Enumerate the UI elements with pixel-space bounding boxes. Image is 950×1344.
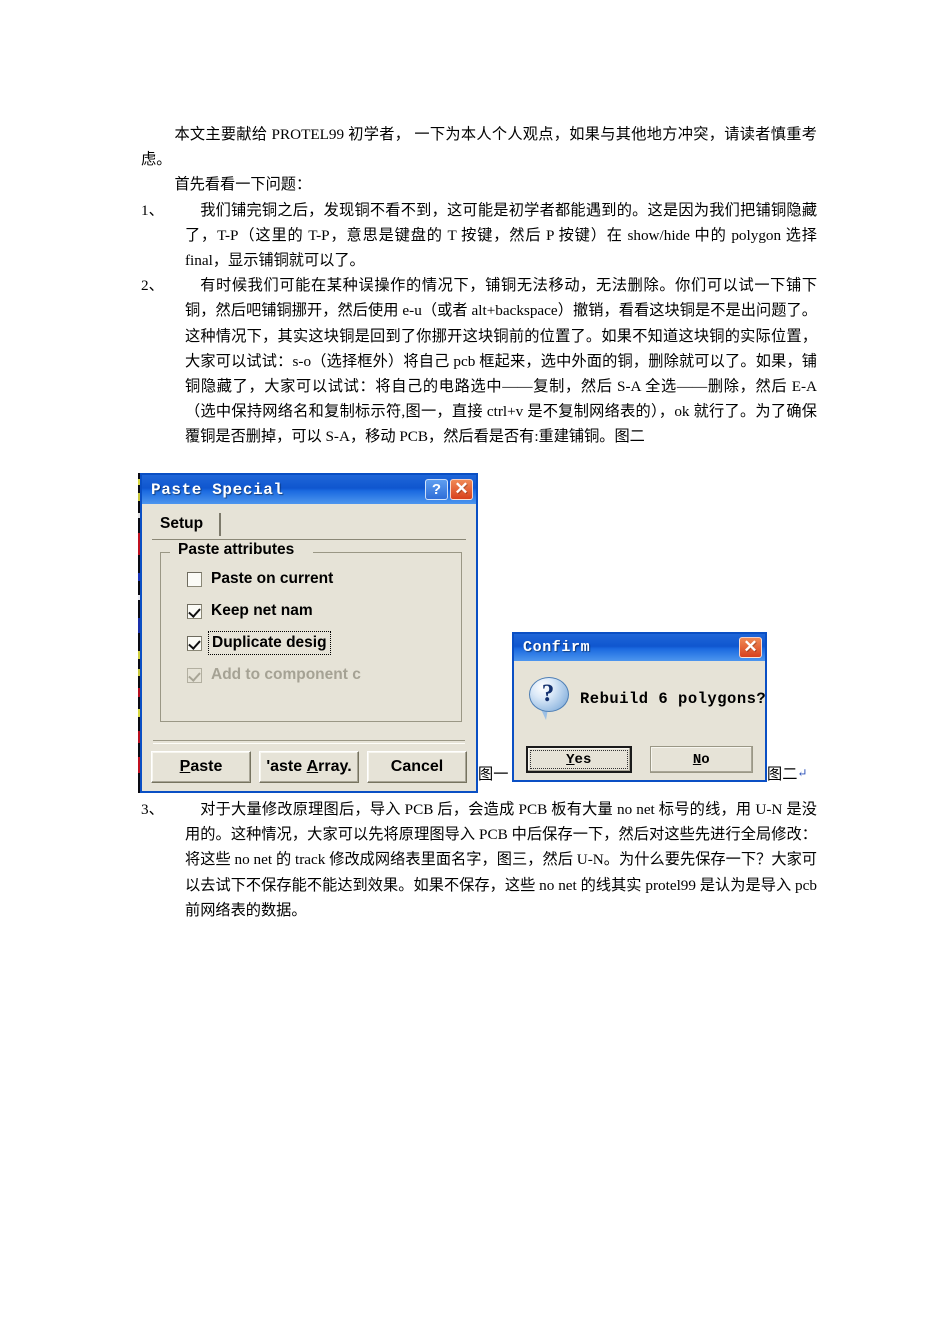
- confirm-title: Confirm: [523, 639, 591, 656]
- checkbox-paste-on-current[interactable]: [187, 571, 202, 587]
- question-glyph: ?: [541, 679, 555, 707]
- confirm-button-row: Yes No: [526, 746, 753, 773]
- item-text-2: 有时候我们可能在某种误操作的情况下，铺铜无法移动，无法删除。你们可以试一下铺下铜…: [185, 277, 817, 446]
- label-duplicate-designator: Duplicate desig: [208, 631, 331, 655]
- confirm-dialog: Confirm ✕ ? Rebuild 6 polygons? Yes N o: [512, 632, 767, 782]
- checkbox-row-duplicate-designator[interactable]: Duplicate desig: [187, 631, 453, 655]
- paste-special-button-row: Paste 'aste Array. Cancel: [151, 740, 467, 783]
- no-button[interactable]: No: [649, 746, 753, 773]
- paste-array-button[interactable]: 'aste Array.: [259, 751, 359, 783]
- confirm-message-row: ? Rebuild 6 polygons?: [514, 661, 767, 723]
- figure-caption-2: 图二↵: [767, 762, 807, 784]
- paste-special-dialog: Paste Special ? ✕ Setup Paste attributes…: [140, 473, 478, 793]
- item-number-1: 1、: [141, 201, 164, 219]
- checkbox-row-keep-net-name[interactable]: Keep net nam: [187, 600, 453, 622]
- paste-attributes-label: Paste attributes: [173, 541, 300, 559]
- help-icon[interactable]: ?: [425, 479, 448, 500]
- cancel-button[interactable]: Cancel: [367, 751, 467, 783]
- checkbox-duplicate-designator[interactable]: [187, 635, 202, 651]
- numbered-item-1: 1、 我们铺完铜之后，发现铜不看不到，这可能是初学者都能遇到的。这是因为我们把铺…: [141, 198, 817, 274]
- checkbox-row-paste-on-current[interactable]: Paste on current: [187, 568, 453, 590]
- question-mark-icon: ?: [528, 677, 570, 721]
- confirm-message: Rebuild 6 polygons?: [580, 690, 767, 708]
- paste-button[interactable]: Paste: [151, 751, 251, 783]
- document-text-body: 本文主要献给 PROTEL99 初学者， 一下为本人个人观点，如果与其他地方冲突…: [141, 122, 817, 450]
- confirm-body: ? Rebuild 6 polygons? Yes No: [514, 661, 767, 780]
- label-paste-on-current: Paste on current: [211, 570, 334, 587]
- numbered-item-2: 2、 有时候我们可能在某种误操作的情况下，铺铜无法移动，无法删除。你们可以试一下…: [141, 273, 817, 449]
- close-glyph: ✕: [454, 479, 469, 498]
- paste-special-titlebar[interactable]: Paste Special ? ✕: [142, 475, 476, 504]
- paste-special-body: Setup Paste attributes Paste on current …: [142, 504, 476, 791]
- checkbox-add-to-component-class: [187, 667, 202, 683]
- checkbox-keep-net-name[interactable]: [187, 603, 202, 619]
- item-number-3: 3、: [141, 801, 164, 818]
- no-button-rest: o: [701, 751, 710, 768]
- tab-strip: Setup: [152, 513, 466, 540]
- yes-button-rest: es: [574, 751, 592, 768]
- figure-caption-2-text: 图二: [767, 766, 798, 783]
- paste-array-rest: rray.: [318, 758, 352, 775]
- close-icon[interactable]: ✕: [450, 479, 473, 500]
- figure-caption-1: 图一: [478, 766, 509, 783]
- paste-button-rest: aste: [190, 758, 223, 775]
- confirm-close-icon[interactable]: ✕: [739, 637, 762, 658]
- tab-setup[interactable]: Setup: [152, 513, 222, 536]
- intro-paragraph-1: 本文主要献给 PROTEL99 初学者， 一下为本人个人观点，如果与其他地方冲突…: [141, 126, 817, 169]
- confirm-close-glyph: ✕: [743, 637, 758, 656]
- document-page: 本文主要献给 PROTEL99 初学者， 一下为本人个人观点，如果与其他地方冲突…: [0, 0, 950, 1344]
- item-number-2: 2、: [141, 277, 164, 295]
- numbered-item-3: 3、 对于大量修改原理图后，导入 PCB 后，会造成 PCB 板有大量 no n…: [141, 797, 817, 923]
- label-keep-net-name: Keep net nam: [211, 602, 313, 619]
- document-text-body-lower: 3、 对于大量修改原理图后，导入 PCB 后，会造成 PCB 板有大量 no n…: [141, 797, 817, 923]
- checkbox-row-add-to-component-class: Add to component c: [187, 664, 453, 686]
- confirm-titlebar[interactable]: Confirm ✕: [514, 634, 765, 661]
- intro-paragraph-2: 首先看看一下问题：: [174, 176, 312, 194]
- item-text-1: 我们铺完铜之后，发现铜不看不到，这可能是初学者都能遇到的。这是因为我们把铺铜隐藏…: [185, 201, 817, 270]
- yes-button[interactable]: Yes: [526, 746, 632, 773]
- item-text-3: 对于大量修改原理图后，导入 PCB 后，会造成 PCB 板有大量 no net …: [185, 801, 817, 919]
- paragraph-mark: ↵: [797, 766, 808, 780]
- paste-special-title: Paste Special: [151, 480, 284, 499]
- label-add-to-component-class: Add to component c: [211, 666, 361, 683]
- yes-button-inner: Yes: [530, 750, 628, 769]
- paste-array-pre: 'aste: [266, 758, 307, 775]
- paste-attributes-group: Paste attributes Paste on current Keep n…: [160, 541, 462, 722]
